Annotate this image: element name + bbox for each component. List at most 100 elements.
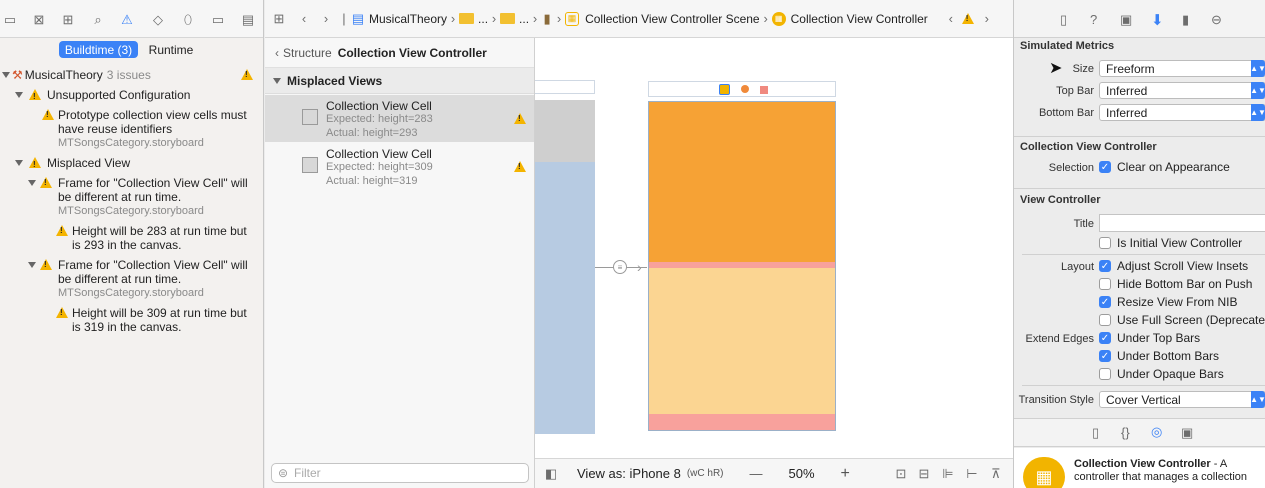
- disclosure-icon[interactable]: [273, 77, 281, 84]
- align-icon[interactable]: ⊫: [936, 466, 960, 482]
- issue-detail[interactable]: Height will be 309 at run time but is 31…: [56, 306, 247, 334]
- bottom-bar-popup[interactable]: Inferred ▲▼: [1099, 104, 1265, 121]
- media-library-icon[interactable]: ▣: [1181, 425, 1193, 441]
- resize-nib-checkbox[interactable]: ✓ Resize View From NIB: [1099, 295, 1237, 309]
- disclosure-icon[interactable]: [2, 72, 10, 78]
- misplaced-cell-item[interactable]: Collection View Cell Expected: height=30…: [265, 143, 534, 190]
- search-icon[interactable]: ⌕: [90, 12, 106, 28]
- issue-item[interactable]: Frame for "Collection View Cell" will be…: [28, 176, 248, 217]
- report-icon[interactable]: ▤: [240, 12, 256, 28]
- file-inspector-icon[interactable]: ▯: [1060, 12, 1067, 28]
- cell-actual: Actual: height=319: [326, 175, 418, 187]
- exit-icon[interactable]: [760, 86, 768, 94]
- size-icon[interactable]: ▮: [1182, 12, 1189, 28]
- issue-detail-text: is 293 in the canvas.: [72, 238, 182, 252]
- disclosure-icon[interactable]: [15, 160, 23, 166]
- debug-icon[interactable]: ⬯: [180, 12, 196, 28]
- jump-item[interactable]: Collection View Controller: [791, 12, 928, 26]
- view-controller-icon[interactable]: [719, 84, 730, 95]
- resolve-issues-icon[interactable]: ⊼: [984, 466, 1008, 482]
- warning-icon[interactable]: [961, 13, 974, 24]
- tab-buildtime[interactable]: Buildtime (3): [59, 41, 138, 58]
- file-template-icon[interactable]: ▯: [1092, 425, 1099, 441]
- project-row[interactable]: ⚒ MusicalTheory 3 issues: [2, 68, 151, 82]
- zoom-level[interactable]: 50%: [789, 466, 815, 481]
- embed-stack-icon[interactable]: ⊟: [912, 466, 936, 482]
- transition-style-popup[interactable]: Cover Vertical ▲▼: [1099, 391, 1265, 408]
- filter-input[interactable]: ⊜ Filter: [271, 463, 529, 483]
- collection-cell[interactable]: [649, 102, 835, 262]
- section-title: View Controller: [1020, 194, 1101, 206]
- hide-bottom-bar-checkbox[interactable]: Hide Bottom Bar on Push: [1099, 277, 1252, 291]
- adjust-scroll-checkbox[interactable]: ✓ Adjust Scroll View Insets: [1099, 259, 1248, 273]
- is-initial-checkbox[interactable]: Is Initial View Controller: [1099, 236, 1242, 250]
- misplaced-cell-item[interactable]: Collection View Cell Expected: height=28…: [265, 95, 534, 142]
- folder-icon: [459, 13, 475, 24]
- first-responder-icon[interactable]: [741, 85, 749, 93]
- top-bar-popup[interactable]: Inferred ▲▼: [1099, 82, 1265, 99]
- collection-cell[interactable]: [649, 268, 835, 414]
- forward-arrow-icon[interactable]: ›: [315, 11, 337, 26]
- top-bar-label: Top Bar: [1056, 85, 1094, 97]
- jump-item[interactable]: ...: [478, 12, 488, 26]
- segue-icon[interactable]: ≡: [613, 260, 627, 274]
- code-snippet-icon[interactable]: {}: [1121, 425, 1130, 440]
- related-items-icon[interactable]: ⊞: [265, 11, 293, 27]
- document-outline-icon[interactable]: ◧: [535, 466, 567, 482]
- library-item[interactable]: ▦ Collection View Controller - A control…: [1014, 448, 1265, 488]
- view-as-label[interactable]: View as: iPhone 8: [577, 466, 681, 481]
- jump-item[interactable]: Collection View Controller Scene: [585, 12, 760, 26]
- tab-runtime[interactable]: Runtime: [142, 41, 200, 58]
- jump-item[interactable]: ...: [519, 12, 529, 26]
- zoom-in-button[interactable]: +: [841, 465, 850, 483]
- zoom-out-button[interactable]: —: [750, 466, 763, 481]
- issue-warning-icon[interactable]: ⚠: [119, 12, 135, 28]
- storyboard-canvas[interactable]: ≡ ›: [535, 38, 1013, 458]
- under-opaque-bars-checkbox[interactable]: Under Opaque Bars: [1099, 367, 1224, 381]
- pin-icon[interactable]: ⊢: [960, 466, 984, 482]
- chevron-right-icon: ›: [450, 11, 456, 26]
- transition-value: Cover Vertical: [1106, 392, 1181, 407]
- under-top-bars-checkbox[interactable]: ✓ Under Top Bars: [1099, 331, 1200, 345]
- symbol-icon[interactable]: ⊞: [60, 12, 76, 28]
- full-screen-checkbox[interactable]: Use Full Screen (Deprecated): [1099, 313, 1265, 327]
- warning-icon: [514, 113, 526, 124]
- clear-on-appearance-checkbox[interactable]: ✓ Clear on Appearance: [1099, 160, 1230, 174]
- cell-misplaced-band: [649, 414, 835, 430]
- next-issue-icon[interactable]: ›: [978, 11, 996, 26]
- previous-issue-icon[interactable]: ‹: [942, 11, 960, 26]
- checkbox-checked-icon: ✓: [1099, 296, 1111, 308]
- disclosure-icon[interactable]: [28, 180, 36, 186]
- jump-item[interactable]: MusicalTheory: [369, 12, 447, 26]
- bottom-bar-label: Bottom Bar: [1038, 107, 1094, 119]
- disclosure-icon[interactable]: [15, 92, 23, 98]
- project-file-icon: ▤: [351, 10, 365, 26]
- breakpoint-icon[interactable]: ▭: [210, 12, 226, 28]
- structure-back-label[interactable]: Structure: [283, 46, 332, 60]
- back-arrow-icon[interactable]: ‹: [293, 11, 315, 26]
- object-library-icon[interactable]: ◎: [1151, 424, 1162, 440]
- collection-view-scene[interactable]: [648, 101, 836, 431]
- source-control-icon[interactable]: ⊠: [31, 12, 47, 28]
- title-field[interactable]: [1099, 214, 1265, 232]
- size-popup[interactable]: Freeform ▲▼: [1099, 60, 1265, 77]
- issue-file: MTSongsCategory.storyboard: [58, 287, 204, 299]
- scene-view: [535, 162, 595, 434]
- back-chevron-icon[interactable]: ‹: [275, 46, 279, 60]
- group-unsupported-configuration[interactable]: Unsupported Configuration: [15, 88, 190, 104]
- disclosure-icon[interactable]: [28, 262, 36, 268]
- attributes-icon[interactable]: ⬇: [1151, 11, 1164, 29]
- issue-item[interactable]: Frame for "Collection View Cell" will be…: [28, 258, 248, 299]
- connections-icon[interactable]: ⊖: [1211, 12, 1222, 28]
- issue-detail[interactable]: Height will be 283 at run time but is 29…: [56, 224, 247, 252]
- checkbox-label: Hide Bottom Bar on Push: [1117, 277, 1253, 291]
- identity-icon[interactable]: ▣: [1120, 12, 1132, 28]
- folder-icon[interactable]: ▭: [2, 12, 18, 28]
- under-bottom-bars-checkbox[interactable]: ✓ Under Bottom Bars: [1099, 349, 1219, 363]
- misplaced-views-header[interactable]: Misplaced Views: [265, 68, 534, 94]
- group-misplaced-view[interactable]: Misplaced View: [15, 156, 130, 172]
- test-icon[interactable]: ◇: [150, 12, 166, 28]
- issue-item[interactable]: Prototype collection view cells must hav…: [42, 108, 247, 149]
- update-frames-icon[interactable]: ⊡: [890, 466, 912, 482]
- help-icon[interactable]: ?: [1090, 12, 1097, 27]
